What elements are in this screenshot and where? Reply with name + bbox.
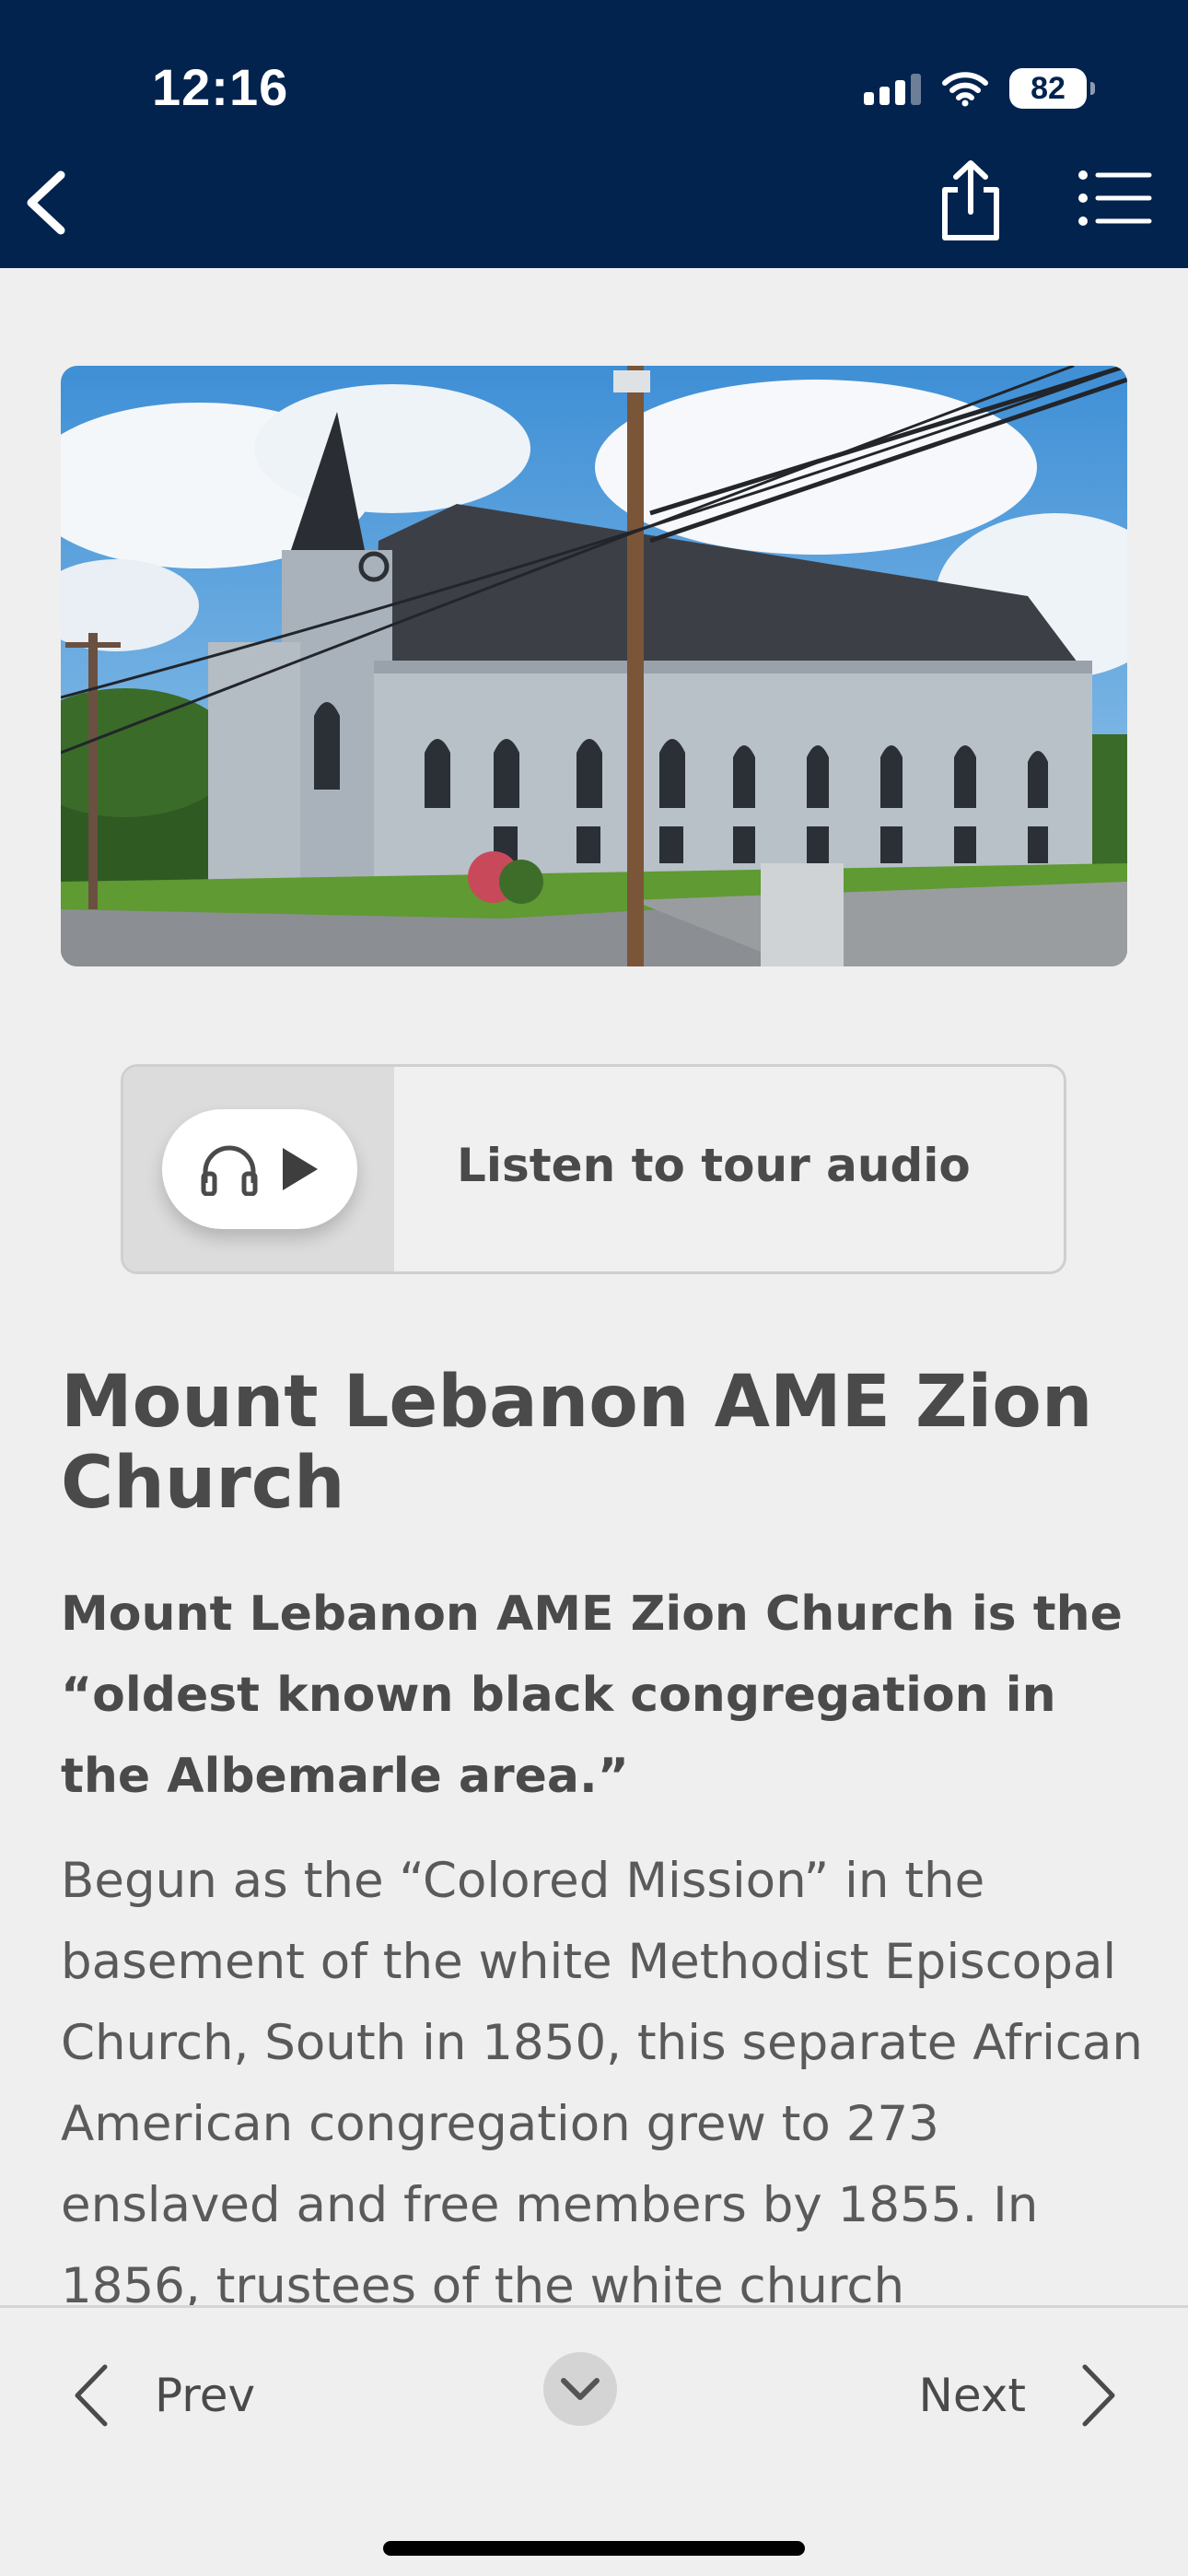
- page-title: Mount Lebanon AME Zion Church: [61, 1361, 1093, 1525]
- lead-paragraph: Mount Lebanon AME Zion Church is the “ol…: [61, 1587, 1123, 1804]
- content-area: 12:16 82 Listen to tour audio Mount Leba…: [0, 0, 1188, 2305]
- list-icon: [1078, 170, 1152, 226]
- share-button[interactable]: [932, 158, 1009, 243]
- chevron-down-icon: [561, 2378, 600, 2400]
- top-bar: 12:16 82: [0, 0, 1188, 268]
- prev-button[interactable]: Prev: [70, 2363, 255, 2428]
- headphones-icon: [201, 1145, 258, 1196]
- audio-label: Listen to tour audio: [457, 1139, 971, 1192]
- chevron-left-icon: [75, 2364, 108, 2427]
- battery-icon: 82: [1009, 68, 1095, 109]
- menu-button[interactable]: [1076, 166, 1153, 230]
- status-icons: 82: [864, 64, 1095, 112]
- bottom-navigation: Prev Next: [0, 2305, 1188, 2576]
- status-time: 12:16: [152, 58, 289, 116]
- back-button[interactable]: [18, 166, 74, 240]
- home-indicator[interactable]: [383, 2541, 805, 2556]
- listen-audio-button[interactable]: Listen to tour audio: [121, 1064, 1066, 1274]
- audio-play-pill[interactable]: [162, 1109, 357, 1229]
- cellular-signal-icon: [864, 72, 921, 105]
- hero-image: [61, 366, 1127, 966]
- share-icon: [942, 160, 999, 240]
- next-button[interactable]: Next: [919, 2363, 1120, 2428]
- play-icon: [283, 1148, 318, 1190]
- battery-level: 82: [1031, 70, 1066, 106]
- body-paragraph: Begun as the “Colored Mission” in the ba…: [61, 1853, 1144, 2305]
- wifi-icon: [942, 72, 988, 107]
- chevron-left-icon: [27, 170, 65, 235]
- prev-label: Prev: [155, 2369, 256, 2422]
- audio-icon-panel: [123, 1067, 394, 1271]
- collapse-button[interactable]: [543, 2352, 617, 2426]
- chevron-right-icon: [1082, 2364, 1115, 2427]
- next-label: Next: [918, 2369, 1026, 2422]
